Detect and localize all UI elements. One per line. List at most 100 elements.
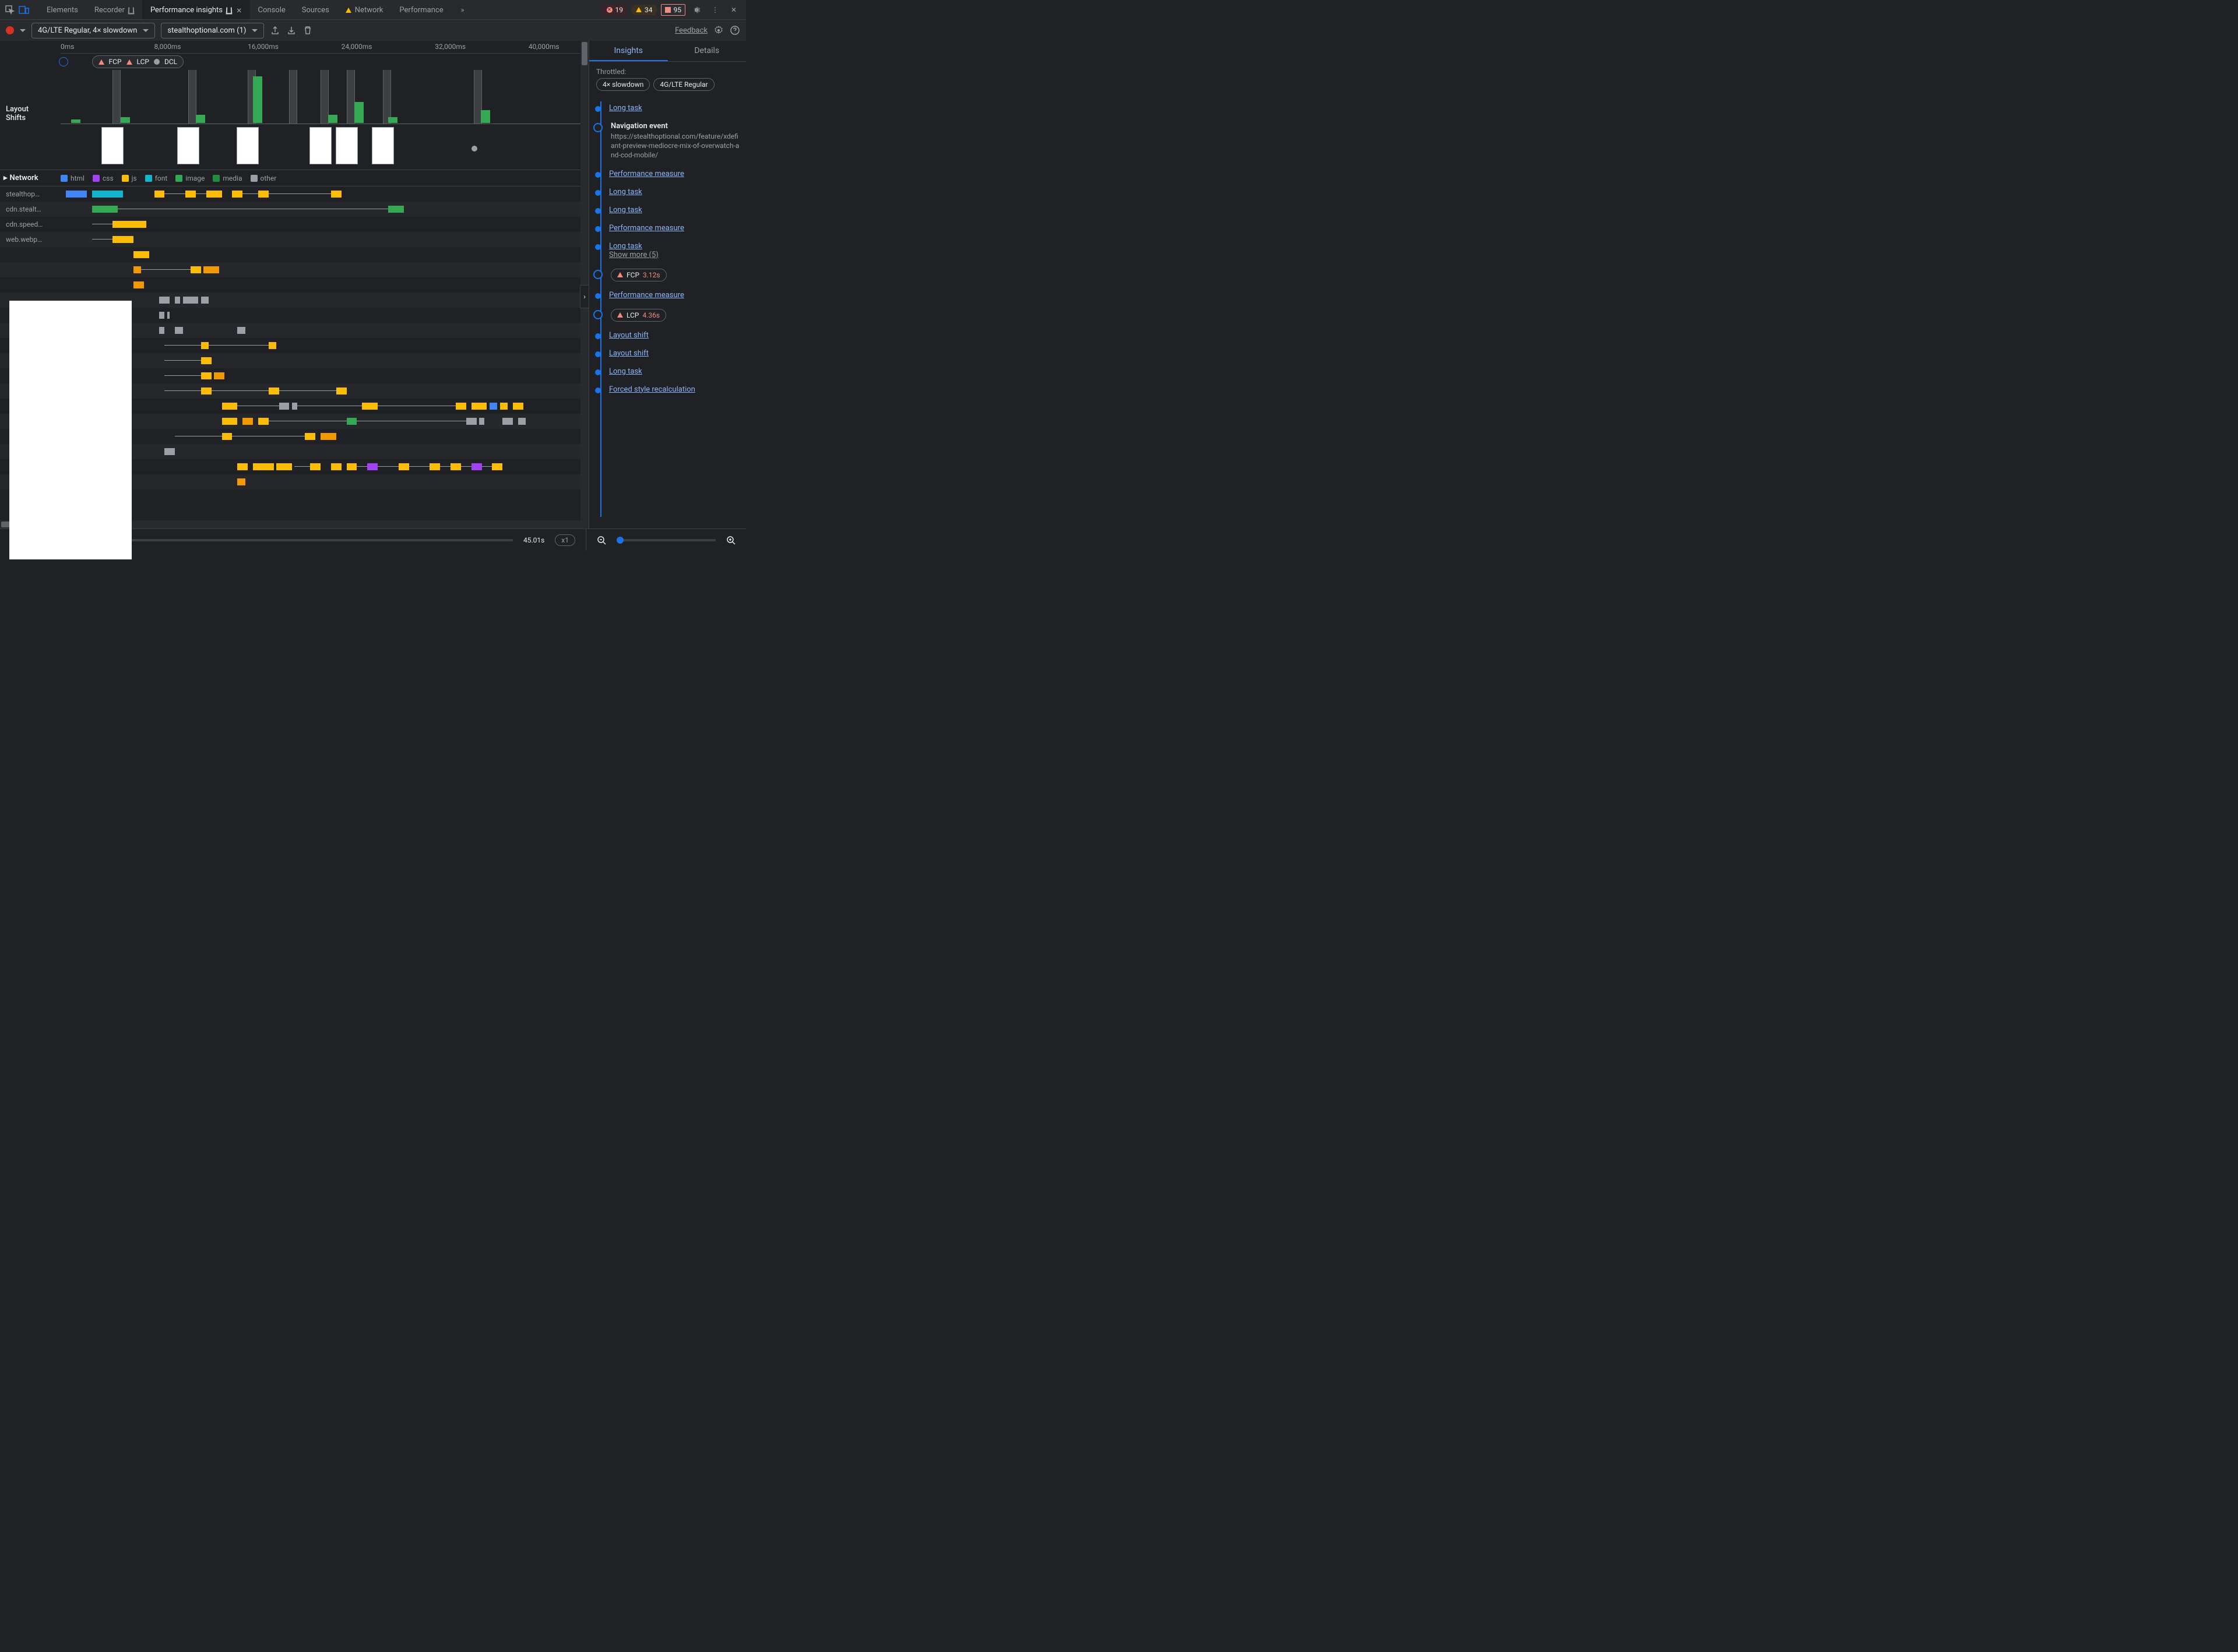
error-count-badge[interactable]: ✕19 [602, 5, 628, 15]
insight-link[interactable]: Long task [609, 206, 642, 214]
legend-item-css[interactable]: css [93, 174, 114, 182]
zoom-in-icon[interactable] [726, 536, 736, 545]
insight-link[interactable]: Performance measure [609, 170, 684, 178]
insight-link[interactable]: Long task [609, 242, 642, 251]
request-segment[interactable] [92, 191, 124, 198]
request-segment[interactable] [133, 281, 144, 288]
request-segment[interactable] [159, 327, 164, 334]
request-segment[interactable] [201, 342, 209, 349]
layout-shift-bar[interactable] [481, 110, 490, 123]
network-row[interactable] [0, 247, 589, 262]
insight-link[interactable]: Layout shift [609, 331, 649, 340]
request-segment[interactable] [399, 463, 409, 470]
layout-shift-bar[interactable] [71, 119, 80, 123]
web-vitals-markers-pill[interactable]: FCP LCP DCL [92, 55, 184, 68]
request-segment[interactable] [107, 206, 118, 213]
insight-item[interactable]: Performance measure [595, 165, 740, 183]
request-segment[interactable] [201, 372, 212, 379]
insight-item[interactable]: FCP3.12s [595, 264, 740, 286]
device-toggle-icon[interactable] [19, 5, 29, 15]
network-row[interactable] [0, 277, 589, 293]
request-segment[interactable] [331, 463, 342, 470]
request-segment[interactable] [201, 357, 212, 364]
insight-link[interactable]: Long task [609, 367, 642, 376]
legend-item-media[interactable]: media [213, 174, 242, 182]
request-segment[interactable] [258, 191, 269, 198]
insight-item[interactable]: Long task [595, 362, 740, 381]
request-segment[interactable] [183, 297, 199, 304]
tab-console[interactable]: Console [250, 0, 294, 19]
settings-gear-icon[interactable] [713, 25, 724, 36]
request-segment[interactable] [175, 297, 180, 304]
request-segment[interactable] [362, 403, 378, 410]
request-segment[interactable] [237, 463, 248, 470]
request-segment[interactable] [237, 327, 245, 334]
layout-shift-bar[interactable] [388, 117, 397, 123]
layout-shift-bar[interactable] [354, 102, 364, 123]
request-segment[interactable] [492, 463, 502, 470]
request-segment[interactable] [203, 266, 219, 273]
kebab-menu-icon[interactable]: ⋮ [710, 5, 720, 15]
request-segment[interactable] [112, 221, 139, 228]
layout-shifts-timeline[interactable] [61, 70, 580, 170]
request-segment[interactable] [430, 463, 440, 470]
insight-link[interactable]: Layout shift [609, 349, 649, 358]
request-segment[interactable] [292, 403, 297, 410]
insight-link[interactable]: Performance measure [609, 291, 684, 300]
request-segment[interactable] [112, 236, 133, 243]
request-segment[interactable] [471, 463, 482, 470]
tab-sources[interactable]: Sources [294, 0, 337, 19]
request-segment[interactable] [164, 448, 175, 455]
insight-item[interactable]: Performance measure [595, 286, 740, 304]
request-segment[interactable] [237, 478, 245, 485]
inspect-icon[interactable] [5, 5, 15, 15]
request-segment[interactable] [201, 297, 209, 304]
site-dropdown[interactable]: stealthoptional.com (1) [161, 23, 264, 38]
request-segment[interactable] [206, 191, 222, 198]
record-button[interactable] [6, 26, 14, 34]
tab-performance-insights[interactable]: Performance insights× [142, 0, 250, 19]
network-row[interactable]: cdn.speed… [0, 217, 589, 232]
request-segment[interactable] [66, 191, 87, 198]
insight-link[interactable]: Long task [609, 188, 642, 196]
insight-link[interactable]: Long task [609, 104, 642, 112]
request-segment[interactable] [269, 342, 276, 349]
insight-item[interactable]: Long task [595, 99, 740, 117]
request-segment[interactable] [347, 463, 357, 470]
zoom-slider[interactable] [617, 539, 716, 541]
network-row[interactable]: web.webp… [0, 232, 589, 247]
request-segment[interactable] [479, 418, 484, 425]
legend-item-other[interactable]: other [251, 174, 277, 182]
tab-recorder[interactable]: Recorder [86, 0, 142, 19]
metric-pill[interactable]: FCP3.12s [611, 269, 667, 281]
insight-item[interactable]: Navigation eventhttps://stealthoptional.… [595, 117, 740, 165]
insight-item[interactable]: Performance measure [595, 219, 740, 237]
request-segment[interactable] [490, 403, 497, 410]
request-segment[interactable] [336, 388, 347, 394]
feedback-link[interactable]: Feedback [675, 26, 708, 35]
more-tabs-chevron-icon[interactable]: » [458, 5, 468, 15]
metric-pill[interactable]: LCP4.36s [611, 309, 666, 322]
layout-shift-bar[interactable] [328, 115, 337, 123]
request-segment[interactable] [466, 418, 477, 425]
layout-shift-bar[interactable] [121, 117, 130, 123]
throttle-pill[interactable]: 4× slowdown [596, 78, 650, 91]
tab-performance[interactable]: Performance [391, 0, 451, 19]
request-segment[interactable] [279, 403, 290, 410]
request-segment[interactable] [159, 312, 164, 319]
show-more-link[interactable]: Show more (5) [609, 251, 659, 259]
subtab-details[interactable]: Details [668, 41, 747, 61]
request-segment[interactable] [500, 403, 508, 410]
delete-icon[interactable] [302, 25, 313, 36]
layout-shift-bar[interactable] [196, 115, 205, 123]
request-segment[interactable] [159, 297, 170, 304]
request-segment[interactable] [310, 463, 321, 470]
request-segment[interactable] [139, 221, 146, 228]
screenshot-thumbnail[interactable] [372, 127, 394, 164]
request-segment[interactable] [305, 433, 315, 440]
throttling-dropdown[interactable]: 4G/LTE Regular, 4× slowdown [31, 23, 155, 38]
legend-item-html[interactable]: html [61, 174, 85, 182]
insight-item[interactable]: Layout shift [595, 344, 740, 362]
network-row[interactable]: stealthop… [0, 186, 589, 202]
request-segment[interactable] [175, 327, 182, 334]
